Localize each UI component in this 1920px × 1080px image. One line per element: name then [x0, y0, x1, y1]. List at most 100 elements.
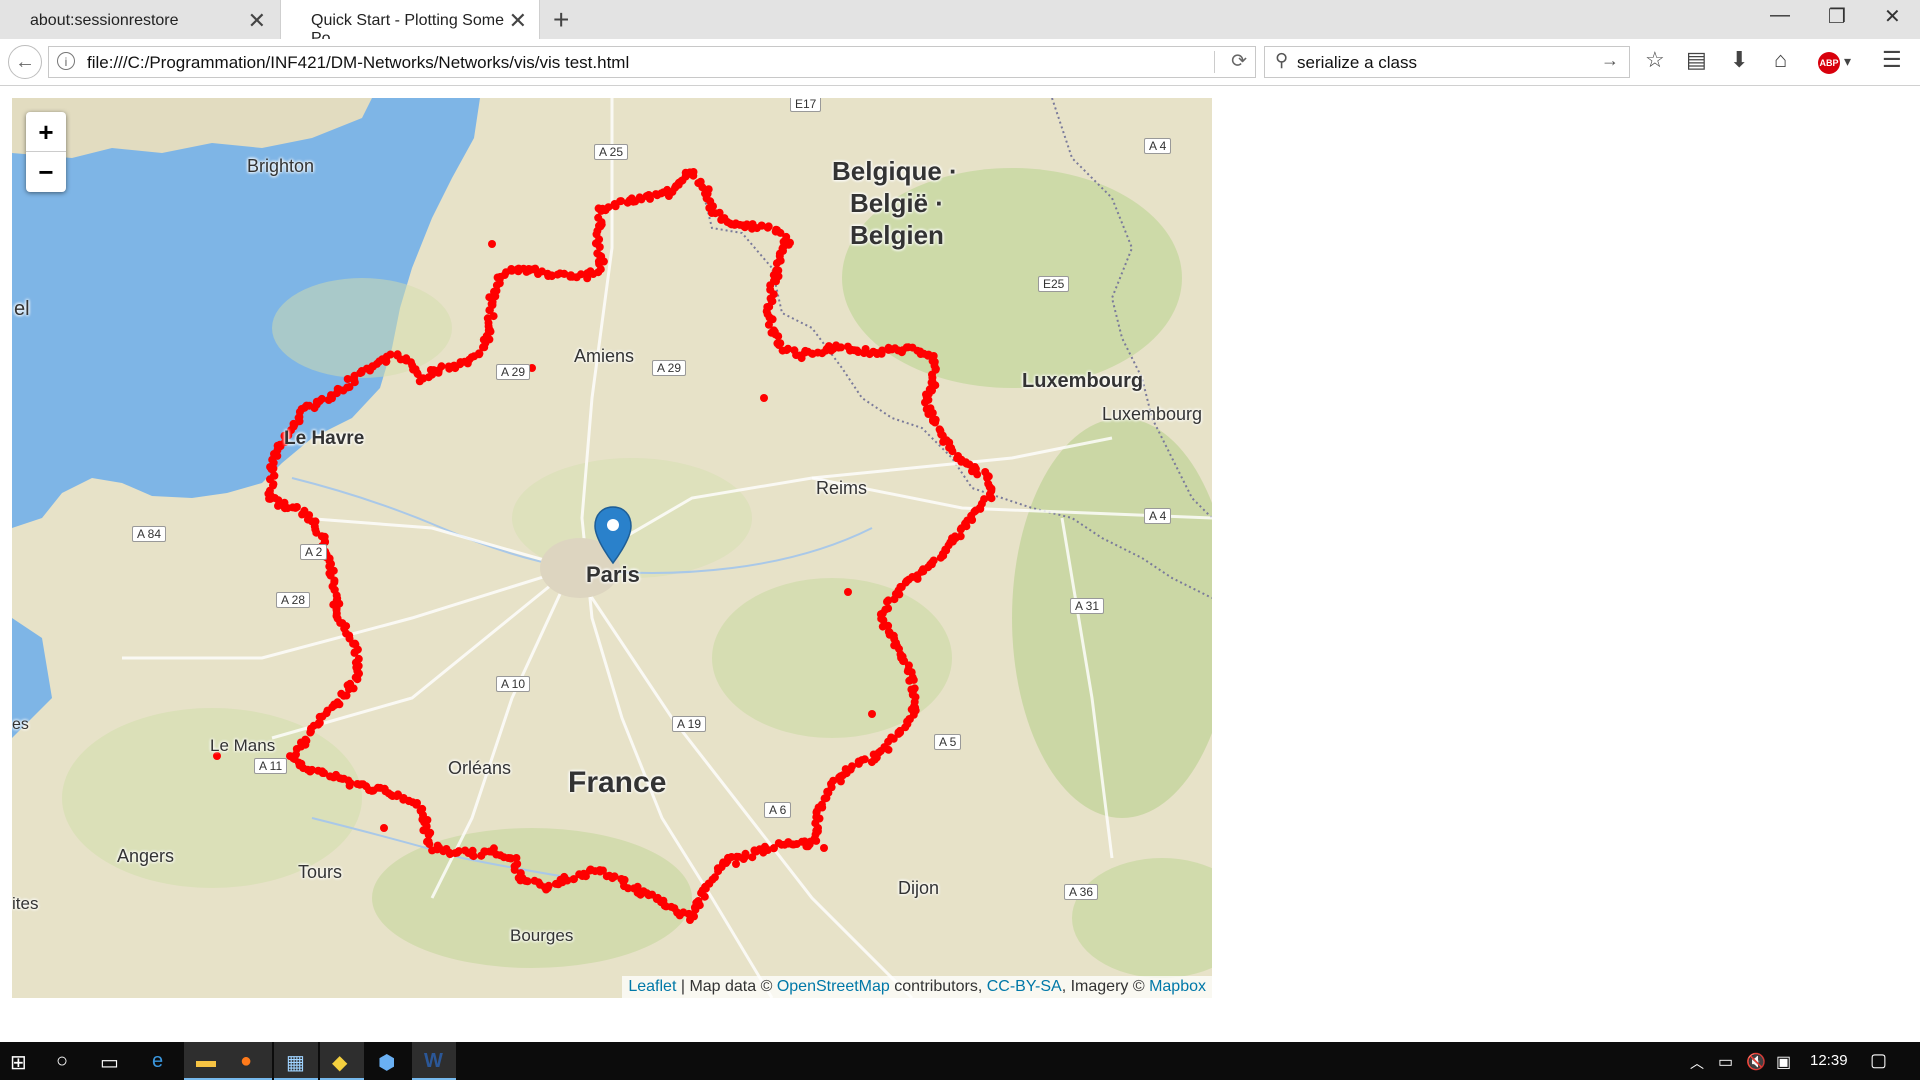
- clock[interactable]: 12:39: [1810, 1052, 1848, 1069]
- menu-icon[interactable]: ☰: [1882, 47, 1902, 73]
- close-tab-icon[interactable]: ✕: [509, 8, 527, 34]
- image-icon: ▦: [286, 1052, 305, 1074]
- folder-icon: ▬: [196, 1050, 216, 1072]
- restore-icon[interactable]: ❐: [1828, 4, 1846, 29]
- network-icon[interactable]: ▣: [1776, 1052, 1791, 1072]
- route-point: [380, 824, 388, 832]
- close-window-icon[interactable]: ✕: [1884, 4, 1901, 29]
- route-point: [846, 765, 855, 774]
- route-point: [696, 177, 705, 186]
- adblock-icon[interactable]: ABP: [1818, 52, 1840, 74]
- search-bar[interactable]: ⚲ serialize a class →: [1264, 46, 1630, 78]
- route-point: [868, 710, 876, 718]
- git-icon: ◆: [332, 1052, 348, 1074]
- route-point: [269, 464, 278, 473]
- route-point: [732, 852, 741, 861]
- route-point: [469, 852, 478, 861]
- firefox-app[interactable]: ●: [228, 1042, 272, 1080]
- zoom-out-button[interactable]: −: [26, 152, 66, 192]
- new-tab-icon[interactable]: +: [553, 4, 569, 36]
- route-point: [345, 781, 354, 790]
- route-point: [488, 240, 496, 248]
- route-point: [353, 673, 362, 682]
- minimize-icon[interactable]: —: [1770, 4, 1790, 27]
- cortana-icon[interactable]: ○: [56, 1050, 68, 1073]
- windows-taskbar: ⊞ ○ ▭ e ▬ ● ▦ ◆ ⬢ W ︿ ▭ 🔇 ▣ 12:39 ▢: [0, 1042, 1920, 1080]
- map-label-el: el: [14, 298, 30, 320]
- route-point: [523, 877, 532, 886]
- info-icon[interactable]: i: [57, 52, 75, 70]
- zoom-in-button[interactable]: +: [26, 112, 66, 152]
- reload-icon[interactable]: ⟳: [1231, 50, 1247, 73]
- road-shield-a31: A 31: [1070, 598, 1105, 614]
- download-icon[interactable]: ⬇: [1730, 47, 1748, 73]
- attribution: Leaflet | Map data © OpenStreetMap contr…: [622, 976, 1212, 998]
- route-point: [741, 849, 750, 858]
- edge-app[interactable]: e: [140, 1042, 184, 1080]
- chevron-down-icon[interactable]: ▾: [1844, 53, 1851, 70]
- tab-quick-start[interactable]: Quick Start - Plotting Some Po... ✕: [280, 0, 540, 47]
- close-tab-icon[interactable]: ✕: [248, 8, 266, 34]
- route-point: [935, 425, 944, 434]
- divider: [1214, 51, 1215, 73]
- tab-session-restore[interactable]: about:sessionrestore ✕: [0, 0, 278, 39]
- road-shield-e17: E17: [790, 98, 822, 112]
- map-label-amiens: Amiens: [574, 346, 635, 366]
- route-point: [981, 468, 990, 476]
- tab-bar: about:sessionrestore ✕ Quick Start - Plo…: [0, 0, 1920, 47]
- back-button[interactable]: ←: [8, 45, 42, 79]
- search-icon: ⚲: [1275, 50, 1289, 70]
- mapbox-link[interactable]: Mapbox: [1149, 978, 1206, 995]
- leaflet-link[interactable]: Leaflet: [628, 978, 676, 995]
- url-text[interactable]: file:///C:/Programmation/INF421/DM-Netwo…: [87, 53, 629, 73]
- road-shield-a6: A 6: [764, 802, 792, 818]
- virtualbox-app[interactable]: ⬢: [366, 1042, 410, 1080]
- route-point: [717, 215, 726, 224]
- chevron-up-icon[interactable]: ︿: [1690, 1053, 1704, 1073]
- zoom-control: + −: [26, 112, 66, 192]
- road-shield-a25: A 25: [594, 144, 629, 160]
- route-point: [566, 271, 575, 280]
- route-point: [760, 394, 768, 402]
- route-point: [773, 339, 782, 348]
- back-arrow-icon: ←: [15, 51, 35, 73]
- route-point: [844, 588, 852, 596]
- route-point: [690, 912, 698, 921]
- reading-list-icon[interactable]: ▤: [1686, 47, 1707, 73]
- license-link[interactable]: CC-BY-SA: [987, 978, 1062, 995]
- map-label-belgique3: Belgien: [850, 220, 944, 250]
- battery-icon[interactable]: ▭: [1718, 1052, 1733, 1072]
- route-point: [373, 783, 382, 792]
- home-icon[interactable]: ⌂: [1774, 47, 1787, 73]
- route-point: [610, 872, 619, 881]
- search-input[interactable]: serialize a class: [1297, 53, 1417, 73]
- explorer-app[interactable]: ▬: [184, 1042, 228, 1080]
- start-icon[interactable]: ⊞: [10, 1050, 27, 1075]
- road-shield-a4n: A 4: [1144, 138, 1172, 154]
- task-view-icon[interactable]: ▭: [100, 1050, 119, 1075]
- notification-icon[interactable]: ▢: [1870, 1050, 1887, 1071]
- go-arrow-icon[interactable]: →: [1601, 50, 1619, 71]
- route-point: [689, 168, 698, 176]
- word-app[interactable]: W: [412, 1042, 456, 1080]
- url-bar[interactable]: i file:///C:/Programmation/INF421/DM-Net…: [48, 46, 1256, 78]
- bookmark-star-icon[interactable]: ☆: [1645, 47, 1665, 73]
- map-marker-icon[interactable]: [593, 505, 633, 565]
- image-app[interactable]: ▦: [274, 1042, 318, 1080]
- route-point: [874, 748, 883, 757]
- road-shield-a10: A 10: [496, 676, 531, 692]
- map-label-le-mans: Le Mans: [210, 736, 276, 755]
- firefox-icon: ●: [240, 1050, 253, 1072]
- cube-icon: ⬢: [378, 1052, 396, 1074]
- route-point: [956, 532, 965, 541]
- mute-icon[interactable]: 🔇: [1746, 1052, 1766, 1072]
- leaflet-map[interactable]: Brighton Belgique · België · Belgien Amiens L…: [12, 98, 1212, 998]
- route-point: [953, 454, 962, 463]
- road-shield-a36: A 36: [1064, 884, 1099, 900]
- route-point: [861, 345, 870, 353]
- map-label-belgique2: België ·: [850, 188, 944, 218]
- git-app[interactable]: ◆: [320, 1042, 364, 1080]
- map-label-tours: Tours: [298, 862, 343, 882]
- osm-link[interactable]: OpenStreetMap: [777, 978, 890, 995]
- map-label-angers: Angers: [117, 846, 175, 866]
